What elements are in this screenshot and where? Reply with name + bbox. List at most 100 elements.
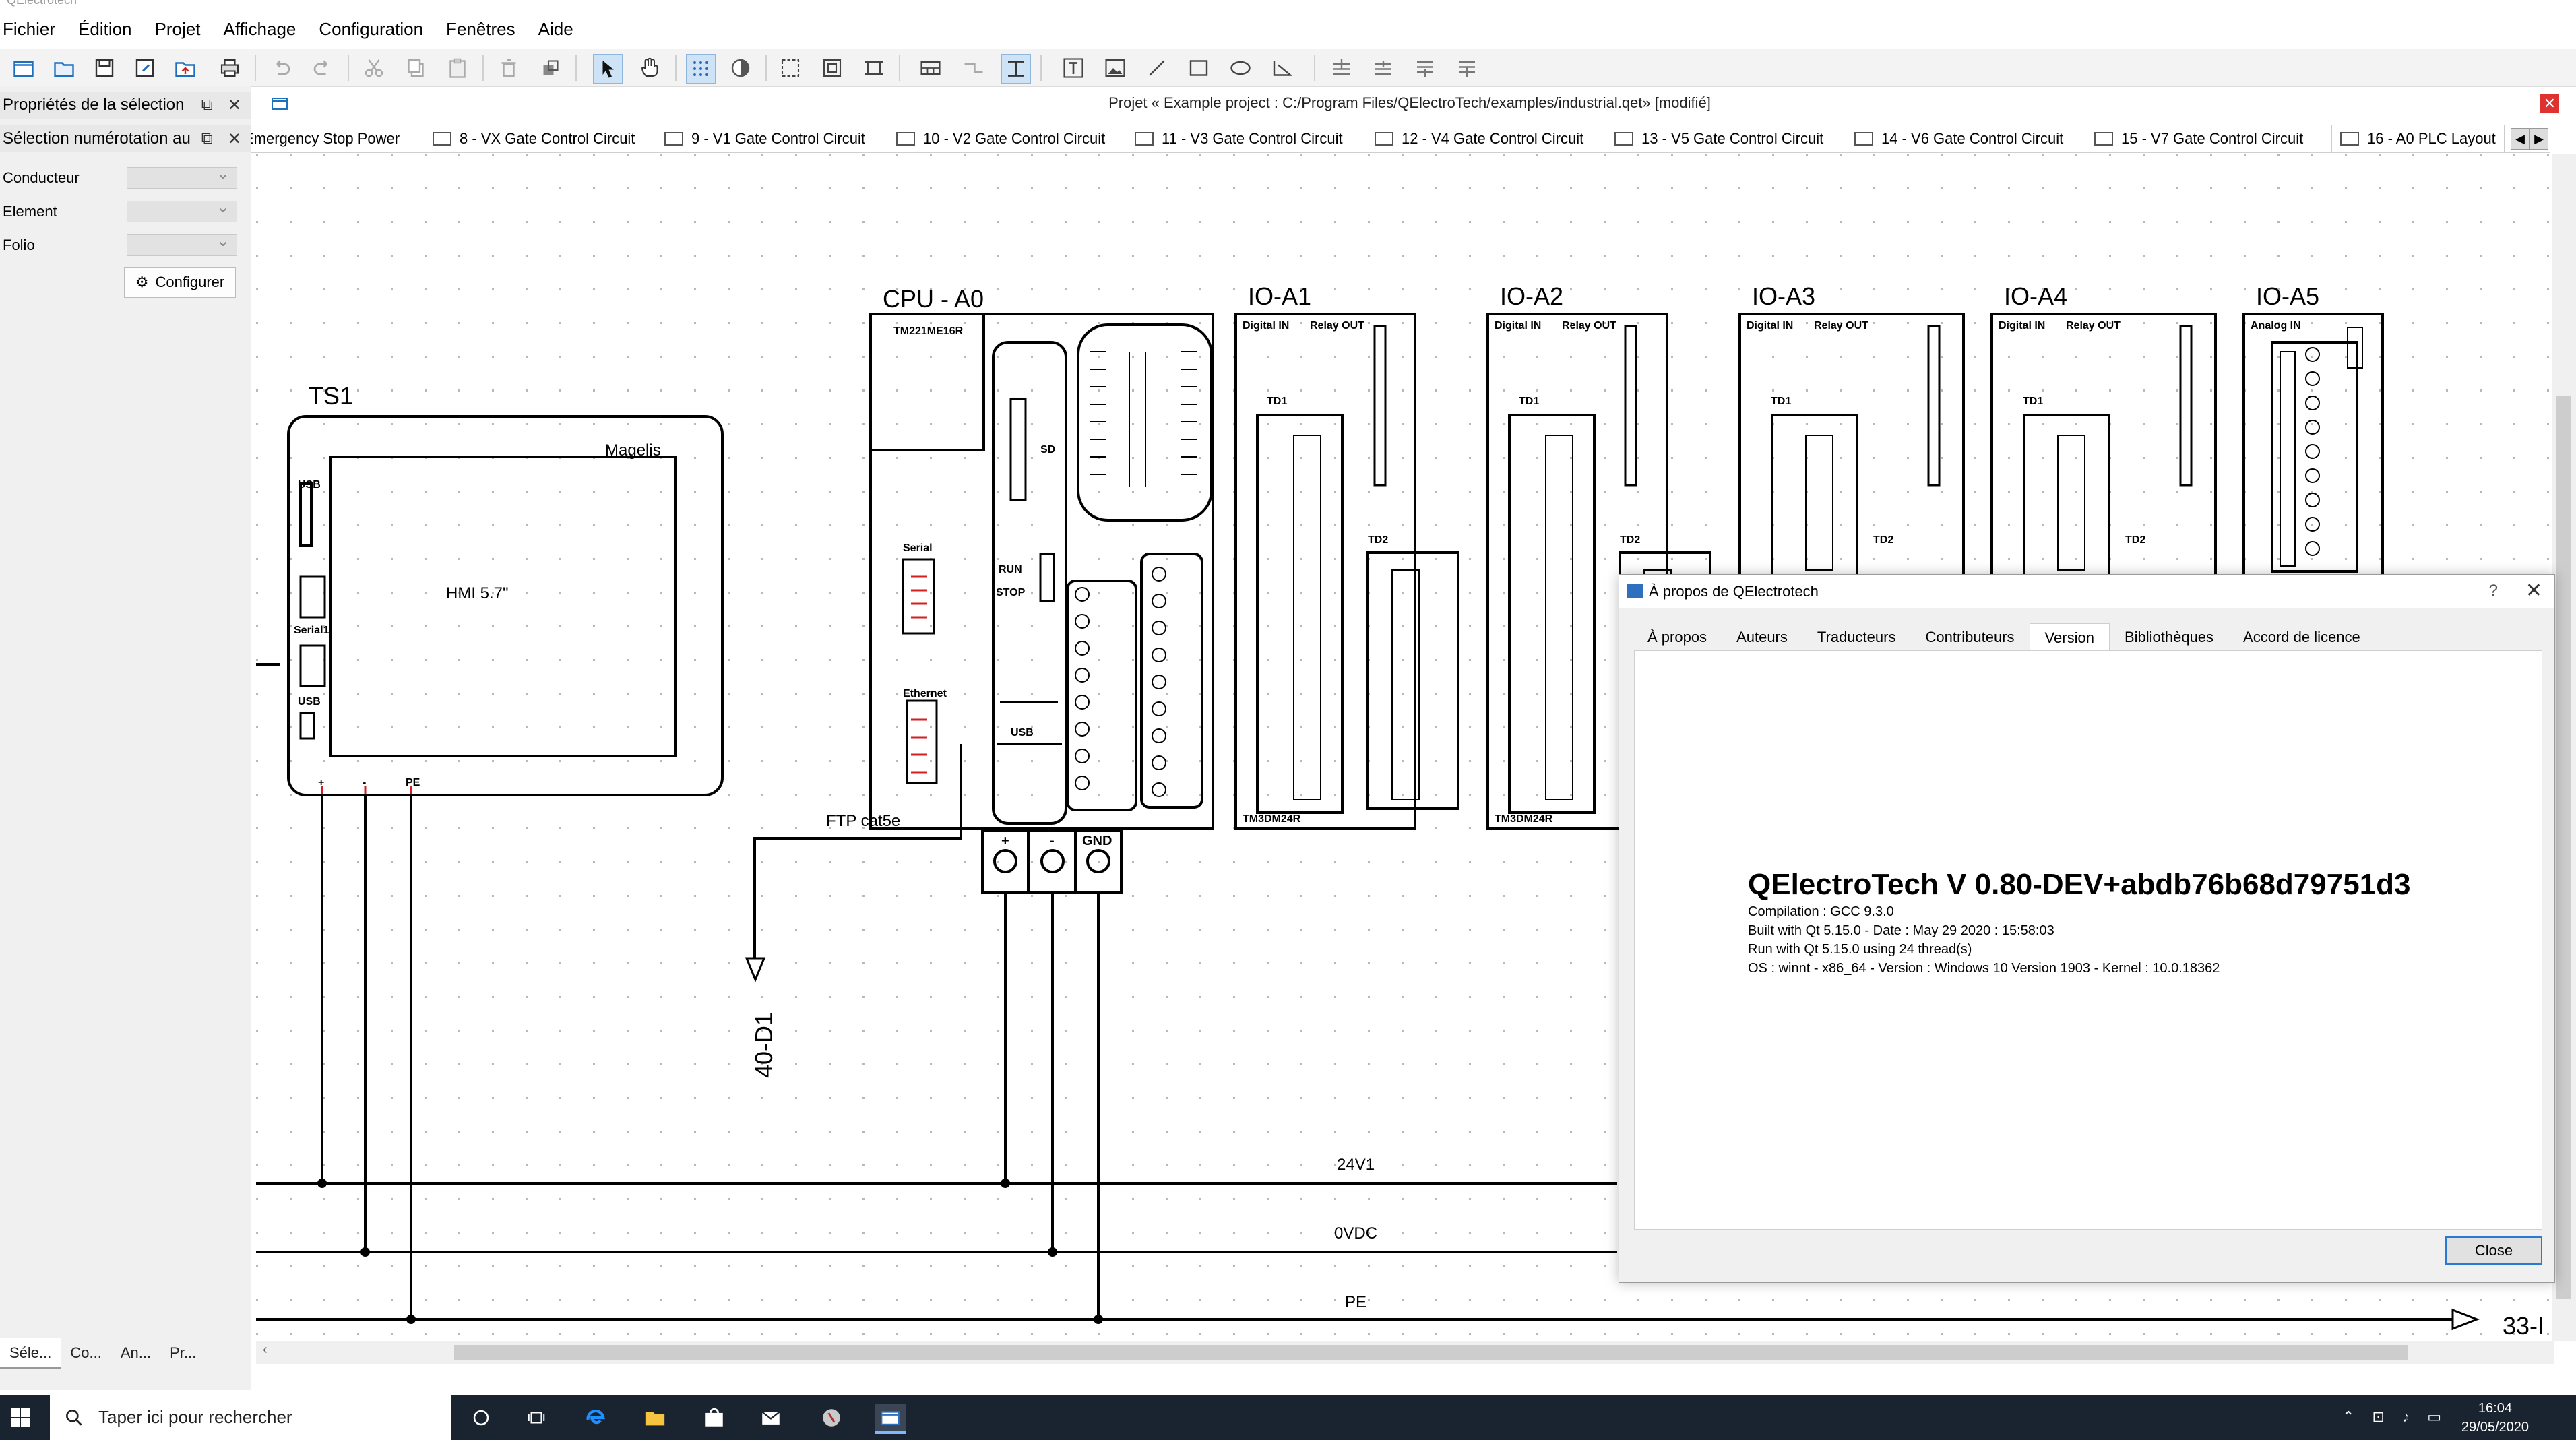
folio-tab[interactable]: 10 - V2 Gate Control Circuit: [896, 125, 1105, 152]
help-icon[interactable]: ?: [2489, 582, 2498, 600]
menu-edition[interactable]: Édition: [67, 19, 144, 40]
horizontal-scrollbar[interactable]: ‹: [256, 1341, 2554, 1364]
mail-icon[interactable]: [757, 1404, 784, 1431]
lower-icon[interactable]: [1411, 54, 1439, 82]
folio-tab[interactable]: 13 - V5 Gate Control Circuit: [1614, 125, 1823, 152]
hand-icon[interactable]: [636, 54, 664, 82]
scroll-left-icon[interactable]: ◀: [2511, 128, 2530, 150]
select-icon[interactable]: [593, 54, 623, 84]
new-project-icon[interactable]: [9, 54, 38, 82]
tab-bibliotheques[interactable]: Bibliothèques: [2110, 623, 2228, 650]
close-button[interactable]: Close: [2445, 1236, 2542, 1265]
cpu-sd-label: SD: [1040, 444, 1055, 456]
menu-fenetres[interactable]: Fenêtres: [435, 19, 527, 40]
text-icon[interactable]: [1059, 54, 1088, 82]
tab-contributeurs[interactable]: Contributeurs: [1910, 623, 2029, 650]
open-icon[interactable]: [50, 54, 78, 82]
cortana-icon[interactable]: [468, 1404, 495, 1431]
folio-tab[interactable]: 12 - V4 Gate Control Circuit: [1375, 125, 1583, 152]
darkmode-icon[interactable]: [726, 54, 755, 82]
dock-tab-projects[interactable]: Pr...: [160, 1338, 206, 1367]
menu-fichier[interactable]: Fichier: [0, 19, 67, 40]
store-icon[interactable]: [701, 1404, 728, 1431]
tab-traducteurs[interactable]: Traducteurs: [1802, 623, 1911, 650]
tab-licence[interactable]: Accord de licence: [2228, 623, 2375, 650]
dock-tab-annotations[interactable]: An...: [111, 1338, 160, 1367]
vertical-scrollbar[interactable]: [2552, 154, 2576, 1341]
scrollbar-thumb[interactable]: [454, 1345, 2408, 1360]
paste-icon[interactable]: [443, 54, 472, 82]
zoom-content-icon[interactable]: [818, 54, 846, 82]
taskbar-search-input[interactable]: Taper ici pour rechercher: [50, 1395, 451, 1440]
grid-icon[interactable]: [686, 54, 716, 84]
bring-front-icon[interactable]: [1327, 54, 1356, 82]
folio-icon: [1375, 132, 1393, 146]
windows-start-icon[interactable]: [11, 1408, 30, 1427]
export-icon[interactable]: [171, 54, 199, 82]
line-icon[interactable]: [1143, 54, 1171, 82]
rotate-icon[interactable]: [536, 54, 565, 82]
ellipse-icon[interactable]: [1226, 54, 1255, 82]
cut-icon[interactable]: [360, 54, 388, 82]
qelectrotech-icon[interactable]: [875, 1404, 906, 1434]
redo-icon[interactable]: [309, 54, 337, 82]
zoom-fit-icon[interactable]: [776, 54, 805, 82]
undo-icon[interactable]: [267, 54, 295, 82]
edge-icon[interactable]: [582, 1404, 609, 1431]
autoconductor-icon[interactable]: [1001, 54, 1031, 84]
element-select[interactable]: [127, 197, 237, 222]
module-label: Analog IN: [2251, 320, 2301, 332]
project-close-button[interactable]: ✕: [2540, 94, 2559, 113]
folio-tab[interactable]: 15 - V7 Gate Control Circuit: [2094, 125, 2303, 152]
delete-icon[interactable]: [495, 54, 523, 82]
folio-tab[interactable]: 9 - V1 Gate Control Circuit: [664, 125, 865, 152]
task-view-icon[interactable]: [523, 1404, 550, 1431]
module-label: Relay OUT: [1562, 320, 1616, 332]
system-tray[interactable]: ⌃ ⊡ ♪ ▭: [2342, 1408, 2448, 1426]
close-icon[interactable]: ✕: [228, 129, 241, 149]
tab-version[interactable]: Version: [2029, 623, 2110, 651]
menu-aide[interactable]: Aide: [527, 19, 585, 40]
image-icon[interactable]: [1101, 54, 1129, 82]
folio-select[interactable]: [127, 231, 237, 256]
zoom-page-icon[interactable]: [860, 54, 888, 82]
dock-tab-selection[interactable]: Séle...: [0, 1338, 61, 1369]
explorer-icon[interactable]: [641, 1404, 668, 1431]
dock-tab-collections[interactable]: Co...: [61, 1338, 111, 1367]
conductor-icon[interactable]: [960, 54, 988, 82]
scrollbar-thumb[interactable]: [2556, 396, 2571, 1299]
folio-tab-bar: Emergency Stop Power 8 - VX Gate Control…: [251, 125, 2550, 153]
menu-affichage[interactable]: Affichage: [212, 19, 307, 40]
close-icon[interactable]: ✕: [228, 96, 241, 115]
send-back-icon[interactable]: [1453, 54, 1481, 82]
tab-auteurs[interactable]: Auteurs: [1722, 623, 1802, 650]
close-icon[interactable]: ✕: [2525, 579, 2542, 602]
save-icon[interactable]: [90, 54, 119, 82]
module-label: TD1: [1519, 396, 1539, 407]
save-as-icon[interactable]: [131, 54, 159, 82]
print-icon[interactable]: [216, 54, 244, 82]
folio-tab[interactable]: 14 - V6 Gate Control Circuit: [1854, 125, 2063, 152]
folio-tab-active[interactable]: 16 - A0 PLC Layout: [2331, 125, 2505, 152]
raise-icon[interactable]: [1369, 54, 1397, 82]
scroll-right-icon[interactable]: ▶: [2530, 128, 2548, 150]
taskbar-clock[interactable]: 16:04 29/05/2020: [2461, 1399, 2529, 1437]
rectangle-icon[interactable]: [1185, 54, 1213, 82]
scroll-left-icon[interactable]: ‹: [263, 1342, 268, 1358]
copy-icon[interactable]: [402, 54, 430, 82]
float-icon[interactable]: ⧉: [201, 129, 213, 148]
menu-configuration[interactable]: Configuration: [307, 19, 435, 40]
tab-a-propos[interactable]: À propos: [1633, 623, 1722, 650]
folio-tab[interactable]: 11 - V3 Gate Control Circuit: [1135, 125, 1343, 152]
float-icon[interactable]: ⧉: [201, 96, 213, 115]
configure-button[interactable]: ⚙ Configurer: [124, 267, 236, 298]
folio-tab[interactable]: Emergency Stop Power: [251, 125, 400, 152]
conducteur-select[interactable]: [127, 164, 237, 189]
dock-tab-bar: Séle... Co... An... Pr...: [0, 1338, 251, 1369]
title-block-icon[interactable]: [916, 54, 945, 82]
polyline-icon[interactable]: [1268, 54, 1296, 82]
field-label: Folio: [3, 237, 35, 253]
menu-projet[interactable]: Projet: [144, 19, 212, 40]
app-icon[interactable]: [818, 1404, 845, 1431]
folio-tab[interactable]: 8 - VX Gate Control Circuit: [433, 125, 635, 152]
